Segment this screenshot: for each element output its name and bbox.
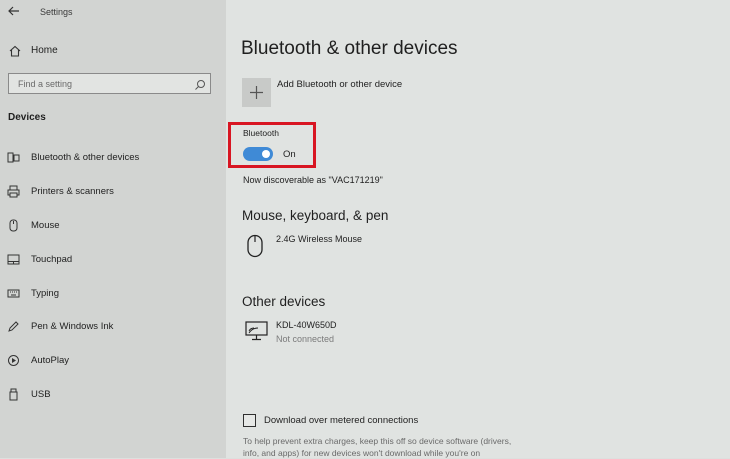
back-arrow-icon[interactable] bbox=[6, 3, 22, 19]
sidebar-item-bluetooth[interactable]: Bluetooth & other devices bbox=[0, 143, 226, 173]
home-link[interactable]: Home bbox=[31, 45, 58, 56]
sidebar-item-autoplay[interactable]: AutoPlay bbox=[0, 346, 226, 376]
sidebar-item-mouse[interactable]: Mouse bbox=[0, 211, 226, 241]
plus-icon bbox=[250, 86, 263, 99]
device-name-mouse[interactable]: 2.4G Wireless Mouse bbox=[276, 234, 362, 244]
add-device-button[interactable] bbox=[242, 78, 271, 107]
keyboard-icon bbox=[7, 287, 20, 300]
display-device-icon[interactable] bbox=[244, 320, 269, 342]
search-placeholder: Find a setting bbox=[18, 79, 73, 89]
sidebar-item-pen[interactable]: Pen & Windows Ink bbox=[0, 312, 226, 342]
discoverable-text: Now discoverable as "VAC171219" bbox=[243, 175, 383, 185]
search-icon[interactable] bbox=[194, 78, 206, 90]
add-device-label[interactable]: Add Bluetooth or other device bbox=[277, 79, 402, 90]
help-text-line: To help prevent extra charges, keep this… bbox=[243, 436, 512, 446]
pen-icon bbox=[7, 320, 20, 333]
toggle-knob bbox=[262, 150, 270, 158]
window-title: Settings bbox=[40, 7, 73, 17]
autoplay-icon bbox=[7, 354, 20, 367]
mouse-device-icon[interactable] bbox=[246, 234, 264, 258]
sidebar-item-printers[interactable]: Printers & scanners bbox=[0, 177, 226, 207]
device-name-tv[interactable]: KDL-40W650D bbox=[276, 320, 337, 330]
sidebar-item-label: Touchpad bbox=[31, 254, 73, 265]
sidebar-item-label: USB bbox=[31, 389, 51, 400]
main-panel bbox=[226, 0, 730, 458]
sidebar-item-label: Typing bbox=[31, 288, 59, 299]
home-icon[interactable] bbox=[8, 44, 22, 58]
sidebar-item-touchpad[interactable]: Touchpad bbox=[0, 245, 226, 275]
search-input[interactable]: Find a setting bbox=[8, 73, 211, 94]
toggle-state: On bbox=[283, 149, 296, 160]
touchpad-icon bbox=[7, 253, 20, 266]
metered-help-text: To help prevent extra charges, keep this… bbox=[243, 435, 543, 459]
sidebar-item-label: Pen & Windows Ink bbox=[31, 321, 114, 332]
bluetooth-devices-icon bbox=[7, 151, 20, 164]
metered-checkbox-label[interactable]: Download over metered connections bbox=[264, 415, 418, 426]
printer-icon bbox=[7, 185, 20, 198]
other-devices-heading: Other devices bbox=[242, 294, 326, 309]
bluetooth-toggle[interactable] bbox=[243, 147, 273, 161]
usb-icon bbox=[7, 388, 20, 401]
bluetooth-label: Bluetooth bbox=[243, 128, 279, 138]
sidebar-item-label: Printers & scanners bbox=[31, 186, 114, 197]
section-heading: Devices bbox=[8, 112, 46, 123]
sidebar-item-label: Mouse bbox=[31, 220, 60, 231]
mouse-icon bbox=[7, 219, 20, 232]
help-text-line: info, and apps) for new devices won't do… bbox=[243, 448, 481, 458]
metered-checkbox[interactable] bbox=[243, 414, 256, 427]
device-status: Not connected bbox=[276, 334, 335, 344]
sidebar-item-usb[interactable]: USB bbox=[0, 380, 226, 410]
sidebar-item-typing[interactable]: Typing bbox=[0, 279, 226, 309]
sidebar-item-label: AutoPlay bbox=[31, 355, 70, 366]
sidebar: Settings Home Find a setting Devices Blu… bbox=[0, 0, 226, 458]
page-title: Bluetooth & other devices bbox=[241, 38, 458, 59]
sidebar-item-label: Bluetooth & other devices bbox=[31, 152, 140, 163]
mouse-keyboard-pen-heading: Mouse, keyboard, & pen bbox=[242, 208, 389, 223]
